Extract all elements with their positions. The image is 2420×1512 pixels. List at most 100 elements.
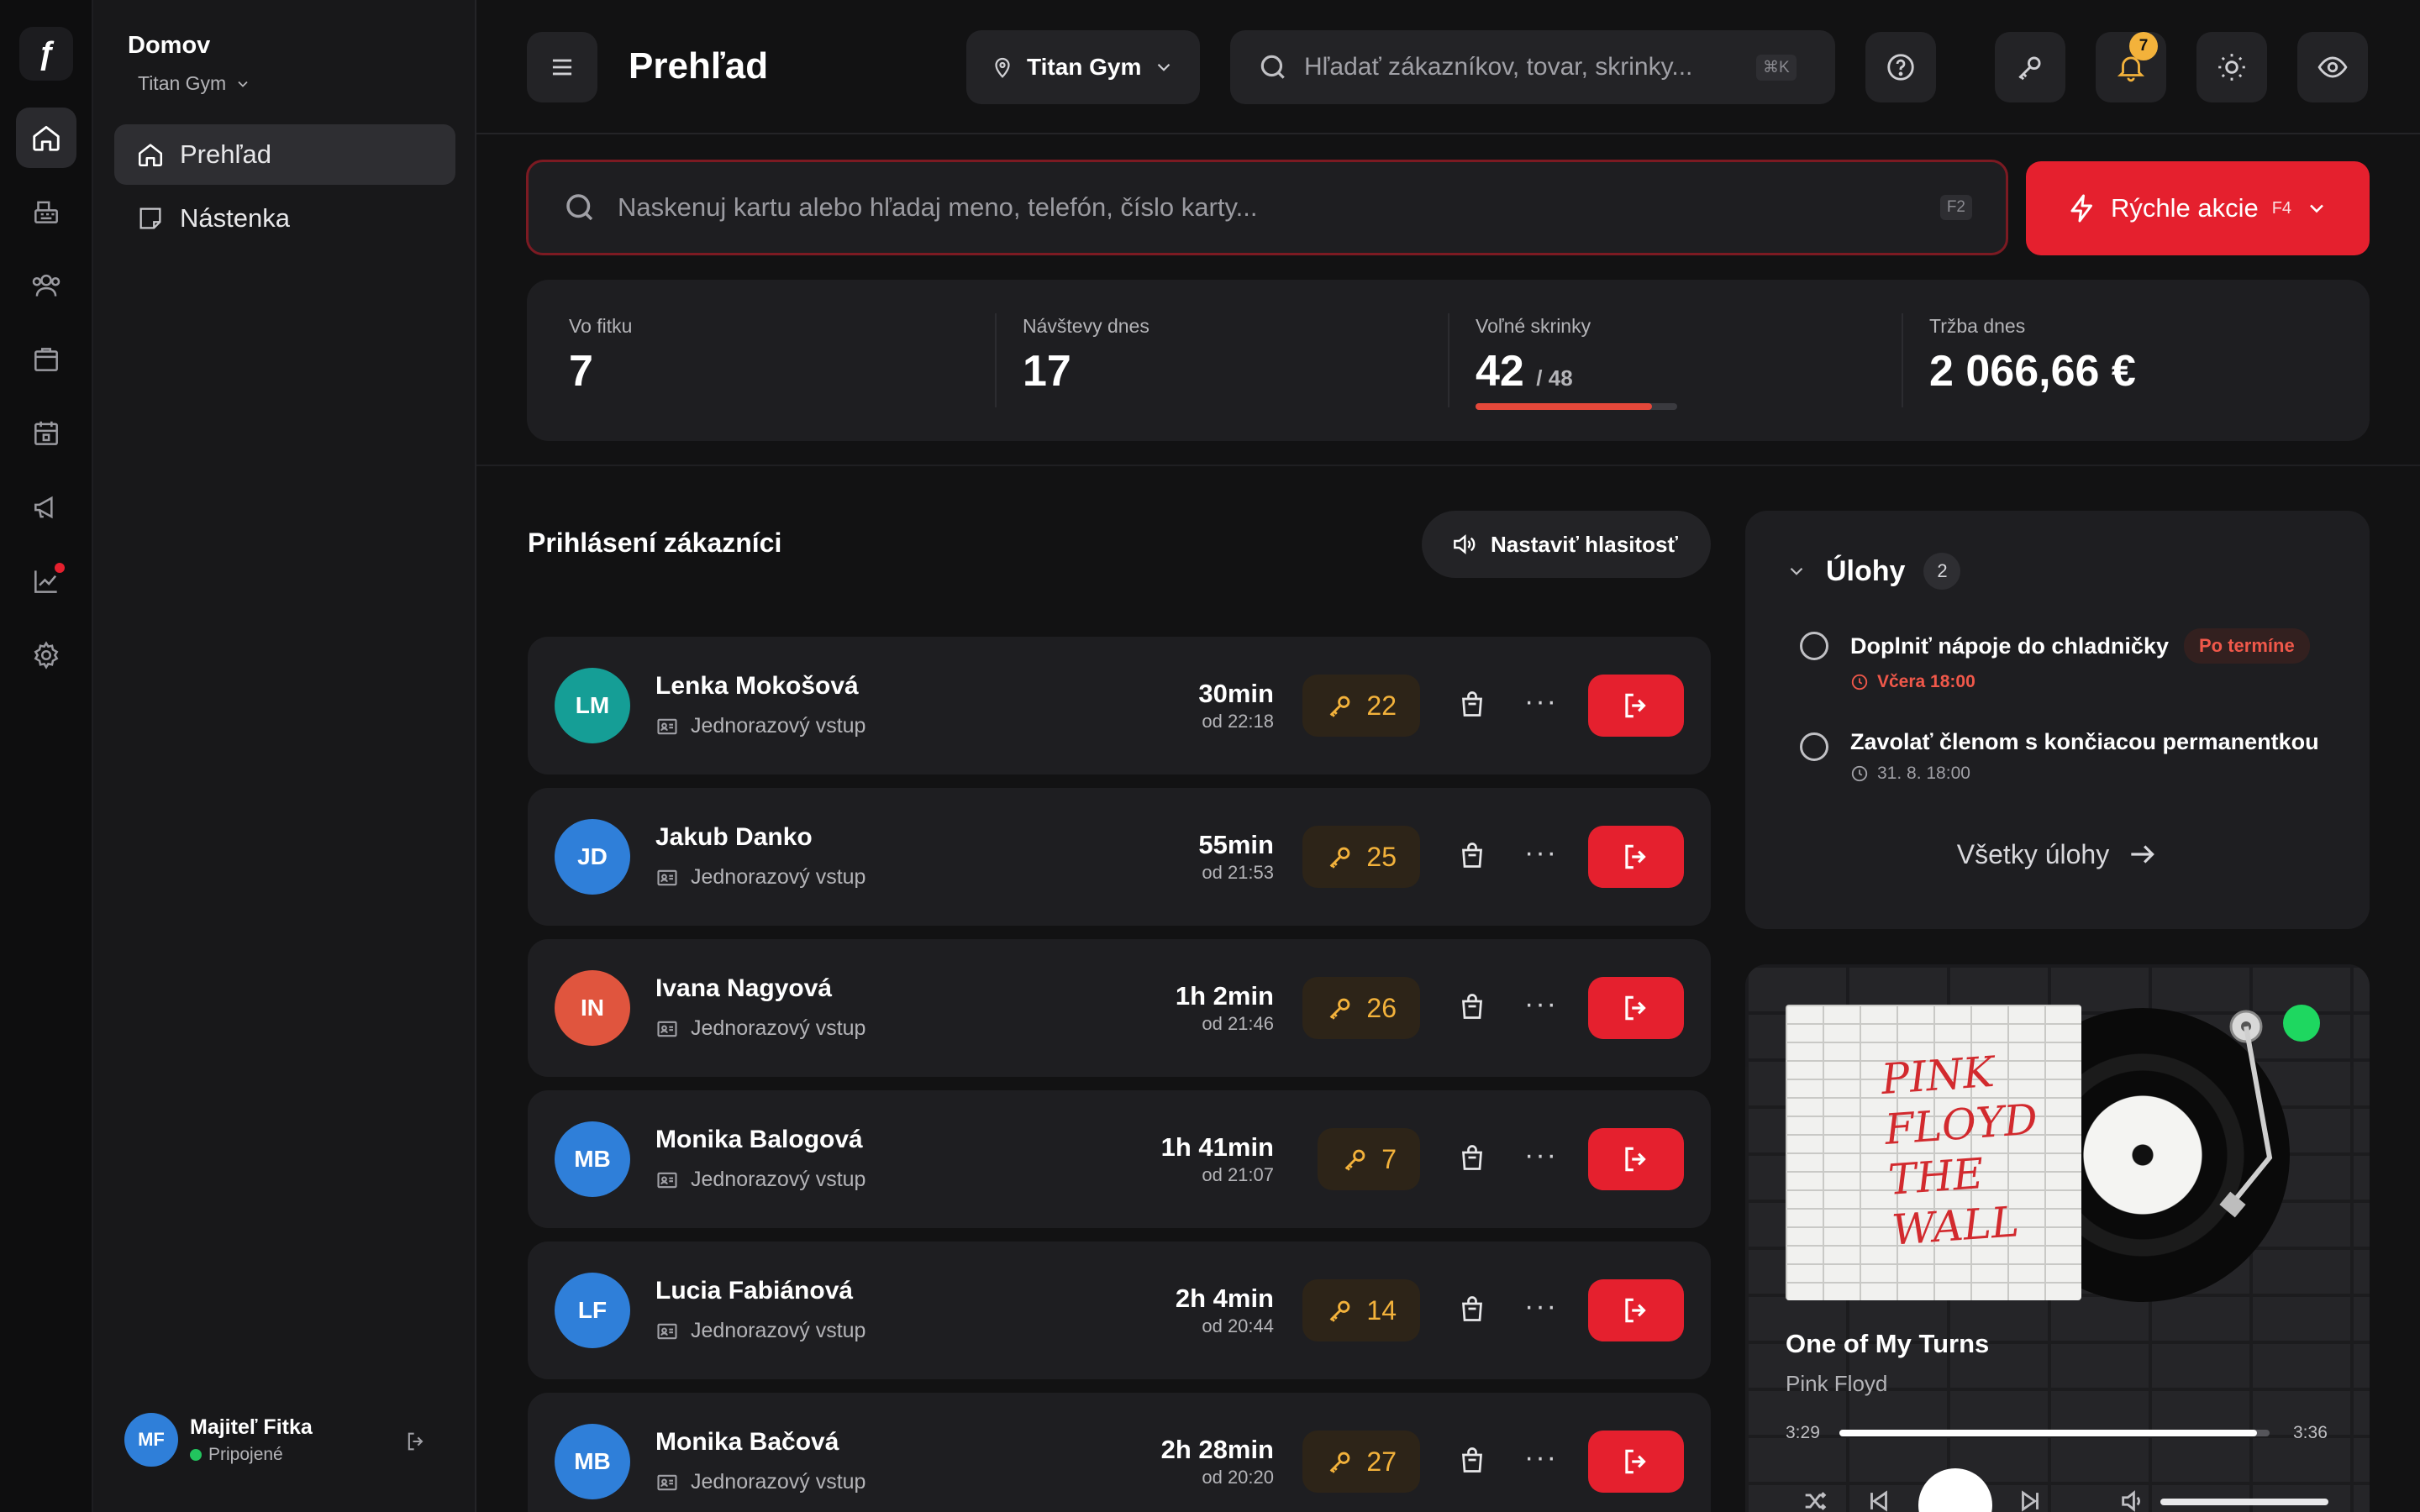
volume-icon[interactable] [2118,1487,2147,1512]
customer-row[interactable]: MB Monika Balogová Jednorazový vstup 1h 41m… [528,1090,1711,1228]
theme-toggle-button[interactable] [2196,32,2267,102]
rail-stats-button[interactable] [16,551,76,612]
sidebar-item-label: Nástenka [180,203,290,233]
more-options-button[interactable]: ··· [1524,687,1558,716]
rail-members-button[interactable] [16,255,76,316]
logout-button[interactable] [404,1430,428,1457]
locker-key-button[interactable]: 14 [1302,1279,1420,1341]
chevron-down-icon [238,81,248,87]
volume-slider[interactable] [2160,1499,2328,1505]
card-scan-input[interactable] [618,192,1928,223]
menu-toggle-button[interactable] [527,32,597,102]
stat-label: Tržba dnes [1929,315,2026,337]
playback-progress-bar[interactable] [1839,1430,2270,1436]
membership-type: Jednorazový vstup [655,1319,865,1343]
rail-pos-button[interactable] [16,181,76,242]
lockers-progress-bar [1476,403,1677,410]
rail-home-button[interactable] [16,108,76,168]
global-search[interactable]: ⌘K [1230,30,1835,104]
purchase-button[interactable] [1457,840,1487,874]
customer-row[interactable]: LM Lenka Mokošová Jednorazový vstup 30min od… [528,637,1711,774]
task-title[interactable]: Doplniť nápoje do chladničky Po termíne [1850,628,2310,664]
shuffle-icon[interactable] [1801,1487,1829,1512]
customer-row[interactable]: JD Jakub Danko Jednorazový vstup 55min od 21… [528,788,1711,926]
customer-name[interactable]: Jakub Danko [655,823,813,852]
sidebar: Domov Titan Gym Prehľad Nástenka MF Maji… [93,0,476,1512]
home-icon [33,125,60,151]
purchase-button[interactable] [1457,1142,1487,1177]
stat-divider [1902,313,1903,407]
task-checkbox[interactable] [1800,732,1828,761]
notifications-button[interactable]: 7 [2096,32,2166,102]
rail-store-button[interactable] [16,329,76,390]
more-options-button[interactable]: ··· [1524,1443,1558,1472]
set-volume-label: Nastaviť hlasitosť [1491,531,1678,557]
stat-divider [1448,313,1449,407]
ellipsis-icon: ··· [1524,1290,1558,1322]
customer-name[interactable]: Monika Balogová [655,1126,863,1154]
locker-key-button[interactable]: 22 [1302,675,1420,737]
rail-calendar-button[interactable] [16,403,76,464]
purchase-button[interactable] [1457,991,1487,1026]
customer-name[interactable]: Monika Bačová [655,1428,839,1457]
app-root: ƒ Domov Titan Gym Prehľad Nástenka MF Ma… [0,0,2420,1512]
all-tasks-link[interactable]: Všetky úlohy [1745,838,2370,870]
rail-settings-button[interactable] [16,625,76,685]
more-options-button[interactable]: ··· [1524,838,1558,867]
more-options-button[interactable]: ··· [1524,1292,1558,1320]
app-logo[interactable]: ƒ [19,27,73,81]
locker-key-button[interactable]: 25 [1302,826,1420,888]
purchase-button[interactable] [1457,1445,1487,1479]
customer-name[interactable]: Lenka Mokošová [655,672,859,701]
tasks-header[interactable]: Úlohy 2 [1786,553,1961,590]
sidebar-item-overview[interactable]: Prehľad [114,124,455,185]
chevron-down-icon [2310,204,2323,213]
checkout-button[interactable] [1588,675,1684,737]
total-time: 3:36 [2293,1423,2328,1442]
task-checkbox[interactable] [1800,632,1828,660]
more-options-button[interactable]: ··· [1524,1141,1558,1169]
visibility-toggle-button[interactable] [2297,32,2368,102]
purchase-button[interactable] [1457,1294,1487,1328]
avatar: MB [555,1121,630,1197]
lockers-free-value: 42 [1476,347,1524,396]
next-track-icon[interactable] [2016,1487,2044,1512]
checkout-button[interactable] [1588,977,1684,1039]
checked-in-customers-title: Prihlásení zákazníci [528,528,782,558]
customer-row[interactable]: LF Lucia Fabiánová Jednorazový vstup 2h 4mi… [528,1242,1711,1379]
user-profile[interactable]: MF Majiteľ Fitka Pripojené [124,1413,313,1467]
task-title[interactable]: Zavolať členom s končiacou permanentkou [1850,729,2319,755]
help-button[interactable] [1865,32,1936,102]
user-status: Pripojené [190,1445,313,1465]
customer-name[interactable]: Lucia Fabiánová [655,1277,853,1305]
customer-row[interactable]: MB Monika Bačová Jednorazový vstup 2h 28min… [528,1393,1711,1512]
keys-button[interactable] [1995,32,2065,102]
purchase-button[interactable] [1457,689,1487,723]
gym-select[interactable]: Titan Gym [966,30,1200,104]
tonearm-icon [2219,1010,2273,1218]
duration-value: 55min [1198,830,1274,859]
visit-duration: 1h 2min od 21:46 [1176,981,1274,1035]
more-options-button[interactable]: ··· [1524,990,1558,1018]
album-cover: PINK FLOYD THE WALL [1786,1005,2081,1300]
rail-marketing-button[interactable] [16,477,76,538]
locker-key-button[interactable]: 27 [1302,1431,1420,1493]
customer-name[interactable]: Ivana Nagyová [655,974,832,1003]
locker-key-button[interactable]: 26 [1302,977,1420,1039]
album-cover-text: PINK FLOYD THE WALL [1879,1047,2039,1255]
global-search-input[interactable] [1304,53,1741,81]
locker-key-button[interactable]: 7 [1318,1128,1420,1190]
set-volume-button[interactable]: Nastaviť hlasitosť [1422,511,1711,578]
checkout-button[interactable] [1588,826,1684,888]
checkout-button[interactable] [1588,1431,1684,1493]
checkout-button[interactable] [1588,1128,1684,1190]
stat-visits-today: Návštevy dnes 17 [1023,315,1150,396]
checkout-button[interactable] [1588,1279,1684,1341]
previous-track-icon[interactable] [1865,1487,1893,1512]
page-title: Prehľad [629,45,769,87]
card-scan-search[interactable]: F2 [526,160,2008,255]
sidebar-item-board[interactable]: Nástenka [114,188,455,249]
sidebar-gym-switcher[interactable]: Titan Gym [138,72,251,95]
quick-actions-button[interactable]: Rýchle akcie F4 [2026,161,2370,255]
customer-row[interactable]: IN Ivana Nagyová Jednorazový vstup 1h 2min o… [528,939,1711,1077]
